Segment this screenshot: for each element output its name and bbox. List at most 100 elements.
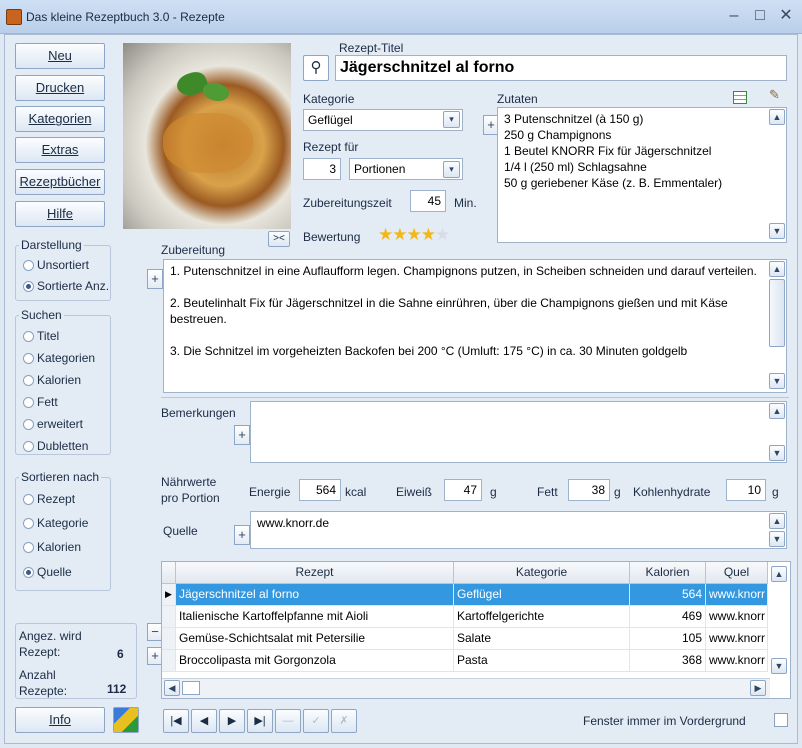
radio-kategorie[interactable]: Kategorie [23, 515, 88, 533]
radio-kalorien[interactable]: Kalorien [23, 372, 81, 390]
cell-kalorien: 368 [630, 650, 706, 672]
column-header-quelle[interactable]: Quel [706, 562, 768, 584]
energie-field[interactable]: 564 [299, 479, 341, 501]
table-icon[interactable] [733, 91, 747, 104]
scrollbar-thumb[interactable] [769, 279, 785, 347]
add-quelle-button[interactable]: + [234, 525, 250, 545]
radio-sort-kalorien[interactable]: Kalorien [23, 539, 81, 557]
search-icon[interactable]: ⚲ [303, 55, 329, 81]
recipe-title-field[interactable]: Jägerschnitzel al forno [335, 55, 787, 81]
cell-quelle: www.knorr [706, 628, 768, 650]
prev-record-button[interactable]: ◀ [191, 709, 217, 733]
star-icon[interactable]: ★ [435, 225, 450, 244]
scroll-up-icon[interactable]: ▲ [769, 403, 785, 419]
expand-photo-button[interactable]: >< [268, 231, 290, 247]
column-header-kategorie[interactable]: Kategorie [454, 562, 630, 584]
radio-sortierte-anz[interactable]: Sortierte Anz. [23, 278, 109, 296]
eiweiss-unit: g [490, 485, 497, 499]
radio-rezept[interactable]: Rezept [23, 491, 75, 509]
next-record-button[interactable]: ▶ [219, 709, 245, 733]
scroll-down-icon[interactable]: ▼ [769, 223, 785, 239]
scrollbar-thumb[interactable] [182, 681, 200, 695]
table-row[interactable]: ▶ Jägerschnitzel al forno Geflügel 564 www.k… [162, 584, 790, 606]
extras-button[interactable]: Extras [15, 137, 105, 163]
portionen-anzahl-field[interactable]: 3 [303, 158, 341, 180]
zutat-line: 50 g geriebener Käse (z. B. Emmentaler) [504, 176, 723, 190]
star-icon[interactable]: ★ [392, 225, 407, 244]
cancel-record-button[interactable]: ✗ [331, 709, 357, 733]
radio-fett[interactable]: Fett [23, 394, 58, 412]
info-button[interactable]: Info [15, 707, 105, 733]
divider [161, 397, 789, 398]
eiweiss-field[interactable]: 47 [444, 479, 482, 501]
rezept-fuer-label: Rezept für [303, 140, 359, 154]
scroll-down-icon[interactable]: ▼ [769, 445, 785, 461]
radio-titel[interactable]: Titel [23, 328, 59, 346]
anzahl-label-2: Rezepte: [19, 684, 68, 698]
minimize-button[interactable]: – [722, 5, 746, 27]
rezeptbuecher-button[interactable]: Rezeptbücher [15, 169, 105, 195]
delete-record-button[interactable]: — [275, 709, 301, 733]
always-on-top-checkbox[interactable] [774, 713, 788, 727]
radio-dubletten[interactable]: Dubletten [23, 438, 88, 456]
scroll-down-icon[interactable]: ▼ [769, 373, 785, 389]
pencil-icon[interactable]: ✎ [769, 87, 783, 103]
cell-kategorie: Pasta [454, 650, 630, 672]
scroll-up-icon[interactable]: ▲ [769, 261, 785, 277]
last-record-button[interactable]: ▶| [247, 709, 273, 733]
table-row[interactable]: Gemüse-Schichtsalat mit Petersilie Salate… [162, 628, 790, 650]
zubereitung-step: 3. Die Schnitzel im vorgeheizten Backofe… [170, 344, 688, 358]
radio-kategorien[interactable]: Kategorien [23, 350, 95, 368]
table-row[interactable]: Italienische Kartoffelpfanne mit Aioli Ka… [162, 606, 790, 628]
kategorien-button[interactable]: Kategorien [15, 106, 105, 132]
zutaten-memo[interactable]: 3 Putenschnitzel (à 150 g) 250 g Champig… [497, 107, 787, 243]
post-record-button[interactable]: ✓ [303, 709, 329, 733]
scroll-up-icon[interactable]: ▲ [769, 109, 785, 125]
chevron-down-icon[interactable]: ▾ [443, 111, 460, 128]
star-icon[interactable]: ★ [421, 225, 436, 244]
scroll-left-icon[interactable]: ◀ [164, 680, 180, 696]
close-button[interactable]: ✕ [774, 5, 798, 27]
quelle-field[interactable]: www.knorr.de [250, 511, 787, 549]
radio-unsortiert[interactable]: Unsortiert [23, 257, 89, 275]
scroll-up-icon[interactable]: ▲ [769, 513, 785, 529]
maximize-button[interactable]: □ [748, 5, 772, 27]
rating-stars[interactable]: ★★★★★ [378, 225, 450, 245]
cell-rezept: Jägerschnitzel al forno [176, 584, 454, 606]
angez-value: 6 [117, 647, 124, 661]
cell-kalorien: 105 [630, 628, 706, 650]
zubereitungszeit-field[interactable]: 45 [410, 190, 446, 212]
add-bemerkung-button[interactable]: + [234, 425, 250, 445]
scroll-down-icon[interactable]: ▼ [771, 658, 787, 674]
radio-erweitert[interactable]: erweitert [23, 416, 83, 434]
table-row[interactable]: Broccolipasta mit Gorgonzola Pasta 368 www.… [162, 650, 790, 672]
scroll-down-icon[interactable]: ▼ [769, 531, 785, 547]
kohlenhydrate-field[interactable]: 10 [726, 479, 766, 501]
column-header-rezept[interactable]: Rezept [176, 562, 454, 584]
first-record-button[interactable]: |◀ [163, 709, 189, 733]
kategorie-select[interactable]: Geflügel [303, 109, 463, 131]
hilfe-button[interactable]: Hilfe [15, 201, 105, 227]
cell-quelle: www.knorr [706, 650, 768, 672]
star-icon[interactable]: ★ [378, 225, 393, 244]
scroll-right-icon[interactable]: ▶ [750, 680, 766, 696]
add-zubereitung-button[interactable]: + [147, 269, 163, 289]
drucken-button[interactable]: Drucken [15, 75, 105, 101]
neu-button[interactable]: Neu [15, 43, 105, 69]
chevron-down-icon[interactable]: ▾ [443, 161, 460, 178]
cell-quelle: www.knorr [706, 584, 768, 606]
bemerkungen-memo[interactable] [250, 401, 787, 463]
angez-label: Angez. wird [19, 629, 82, 643]
color-scheme-button[interactable] [113, 707, 139, 733]
row-indicator [162, 628, 176, 650]
star-icon[interactable]: ★ [407, 225, 422, 244]
zutat-line: 1/4 l (250 ml) Schlagsahne [504, 160, 647, 174]
radio-indicator [23, 518, 34, 529]
fett-field[interactable]: 38 [568, 479, 610, 501]
zubereitung-memo[interactable]: 1. Putenschnitzel in eine Auflaufform le… [163, 259, 787, 393]
scroll-up-icon[interactable]: ▲ [771, 566, 787, 582]
radio-quelle[interactable]: Quelle [23, 564, 72, 582]
horizontal-scrollbar[interactable]: ◀ ▶ [162, 678, 770, 698]
radio-indicator [23, 375, 34, 386]
column-header-kalorien[interactable]: Kalorien [630, 562, 706, 584]
